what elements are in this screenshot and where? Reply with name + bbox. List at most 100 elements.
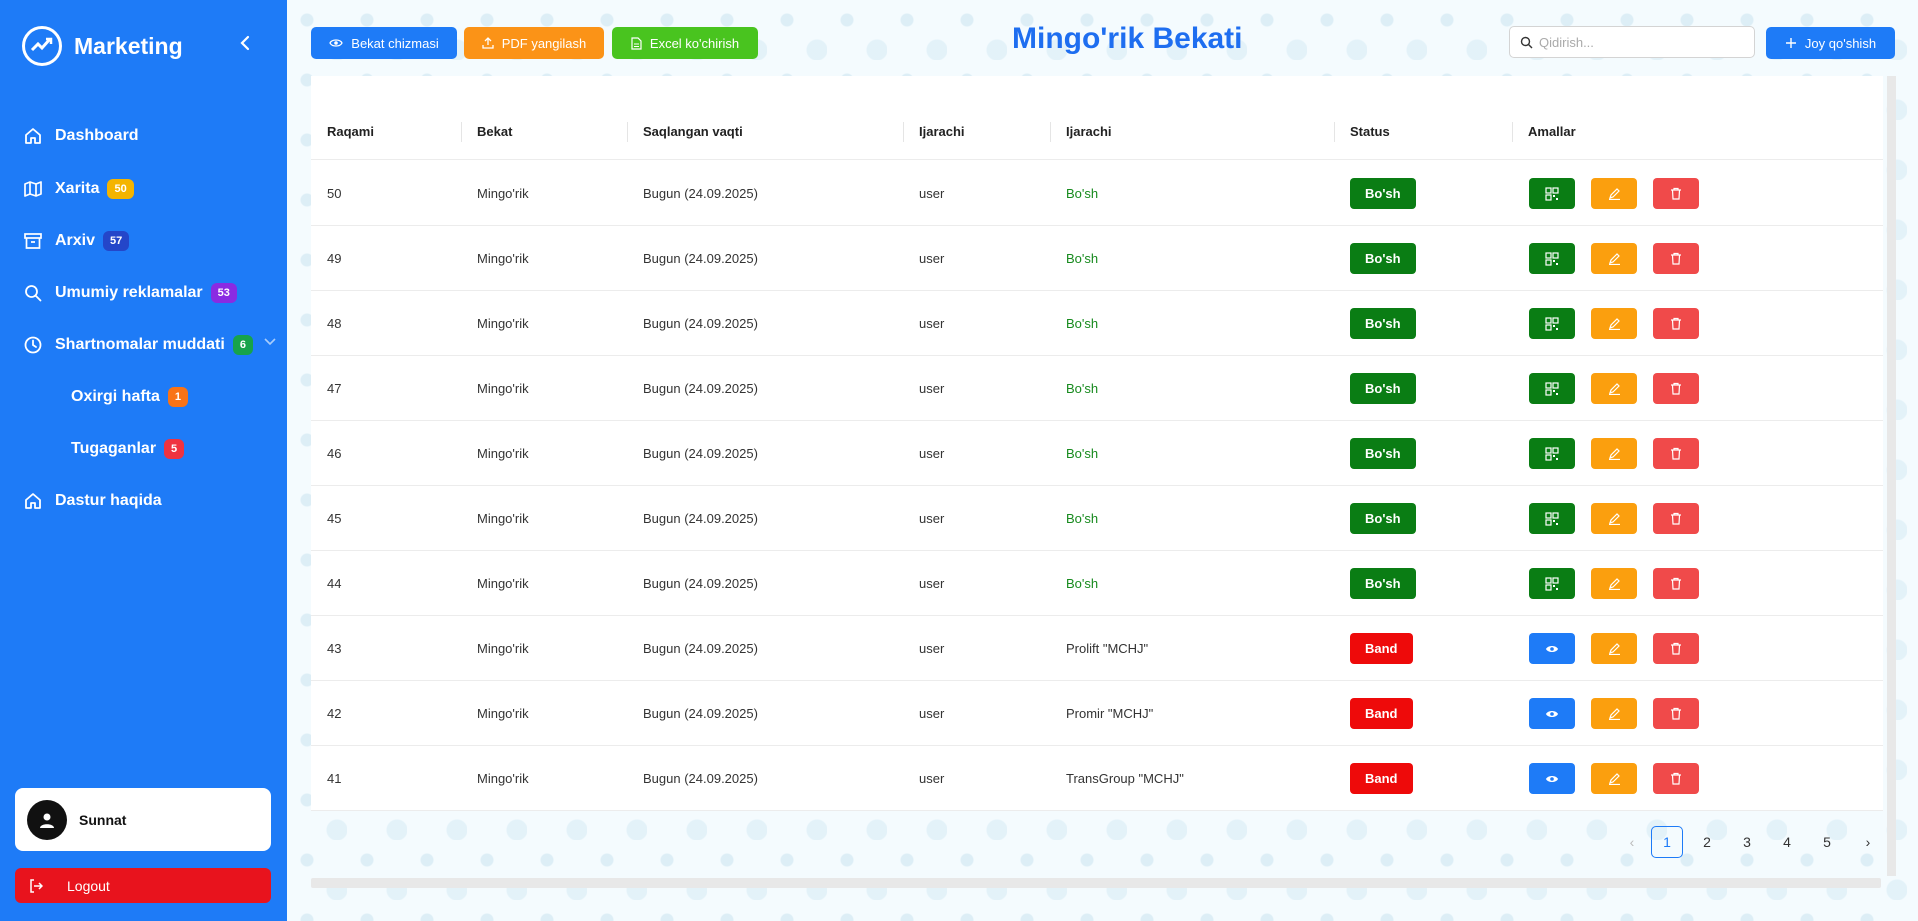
pencil-icon	[1608, 317, 1621, 330]
file-icon	[631, 36, 642, 50]
sidebar-item-oxirgi-hafta[interactable]: Oxirgi hafta 1	[71, 382, 189, 412]
delete-button[interactable]	[1653, 243, 1699, 274]
status-badge: Bo'sh	[1350, 568, 1416, 599]
edit-button[interactable]	[1591, 373, 1637, 404]
sidebar-item-label: Shartnomalar muddati	[55, 336, 225, 353]
delete-button[interactable]	[1653, 438, 1699, 469]
qr-button[interactable]	[1529, 568, 1575, 599]
sidebar-item-label: Dastur haqida	[55, 492, 162, 509]
count-badge: 57	[103, 231, 130, 251]
cell-saved-time: Bugun (24.09.2025)	[643, 186, 758, 201]
delete-button[interactable]	[1653, 308, 1699, 339]
edit-button[interactable]	[1591, 308, 1637, 339]
status-badge: Bo'sh	[1350, 243, 1416, 274]
pencil-icon	[1608, 707, 1621, 720]
sidebar-item-umumiy-reklamalar[interactable]: Umumiy reklamalar 53	[22, 278, 237, 308]
cell-saved-time: Bugun (24.09.2025)	[643, 316, 758, 331]
clock-icon	[22, 334, 44, 356]
logout-button[interactable]: Logout	[15, 868, 271, 903]
pagination-next-button[interactable]: ›	[1852, 826, 1884, 858]
view-button[interactable]	[1529, 763, 1575, 794]
excel-export-button[interactable]: Excel ko'chirish	[612, 27, 758, 59]
archive-icon	[22, 230, 44, 252]
delete-button[interactable]	[1653, 763, 1699, 794]
sidebar-item-dashboard[interactable]: Dashboard	[22, 121, 139, 151]
delete-button[interactable]	[1653, 178, 1699, 209]
user-card[interactable]: Sunnat	[15, 788, 271, 851]
edit-button[interactable]	[1591, 698, 1637, 729]
count-badge: 5	[164, 439, 185, 459]
delete-button[interactable]	[1653, 633, 1699, 664]
table-row: 43 Mingo'rik Bugun (24.09.2025) user Prolift…	[311, 616, 1883, 681]
sidebar-item-shartnomalar-muddati[interactable]: Shartnomalar muddati 6	[22, 330, 253, 360]
qr-button[interactable]	[1529, 438, 1575, 469]
edit-button[interactable]	[1591, 633, 1637, 664]
eye-icon	[1545, 644, 1559, 654]
column-header-ijarachi: Ijarachi	[919, 124, 965, 139]
station-scheme-button[interactable]: Bekat chizmasi	[311, 27, 457, 59]
sidebar-item-tugaganlar[interactable]: Tugaganlar 5	[71, 434, 185, 464]
main-content: Bekat chizmasi PDF yangilash Excel ko'ch…	[287, 0, 1918, 921]
edit-button[interactable]	[1591, 568, 1637, 599]
view-button[interactable]	[1529, 698, 1575, 729]
horizontal-scrollbar[interactable]	[311, 878, 1881, 888]
edit-button[interactable]	[1591, 178, 1637, 209]
trash-icon	[1670, 642, 1682, 655]
sidebar-item-label: Oxirgi hafta	[71, 388, 160, 405]
view-button[interactable]	[1529, 633, 1575, 664]
delete-button[interactable]	[1653, 568, 1699, 599]
add-place-button[interactable]: Joy qo'shish	[1766, 27, 1895, 59]
edit-button[interactable]	[1591, 243, 1637, 274]
qr-button[interactable]	[1529, 373, 1575, 404]
brand[interactable]: Marketing	[22, 26, 183, 66]
vertical-scrollbar[interactable]	[1887, 76, 1896, 876]
status-badge: Band	[1350, 763, 1413, 794]
trash-icon	[1670, 382, 1682, 395]
sidebar-item-arxiv[interactable]: Arxiv 57	[22, 226, 130, 256]
collapse-sidebar-button[interactable]	[234, 32, 256, 54]
pagination-page-2[interactable]: 2	[1691, 826, 1723, 858]
cell-number: 41	[327, 771, 342, 786]
qr-button[interactable]	[1529, 308, 1575, 339]
button-label: Bekat chizmasi	[351, 35, 439, 51]
delete-button[interactable]	[1653, 503, 1699, 534]
cell-user: user	[919, 316, 945, 331]
search-input[interactable]	[1539, 34, 1739, 50]
pencil-icon	[1608, 512, 1621, 525]
map-icon	[22, 178, 44, 200]
cell-number: 45	[327, 511, 342, 526]
edit-button[interactable]	[1591, 438, 1637, 469]
column-header-amallar: Amallar	[1528, 124, 1576, 139]
delete-button[interactable]	[1653, 373, 1699, 404]
pagination-page-1[interactable]: 1	[1651, 826, 1683, 858]
plus-icon	[1785, 38, 1796, 48]
cell-saved-time: Bugun (24.09.2025)	[643, 576, 758, 591]
sidebar-item-xarita[interactable]: Xarita 50	[22, 174, 134, 204]
pagination-page-4[interactable]: 4	[1771, 826, 1803, 858]
search-box[interactable]	[1509, 26, 1755, 58]
pagination-page-3[interactable]: 3	[1731, 826, 1763, 858]
edit-button[interactable]	[1591, 763, 1637, 794]
cell-station: Mingo'rik	[477, 511, 529, 526]
cell-tenant: Bo'sh	[1066, 251, 1099, 266]
column-header-saqlangan-vaqti: Saqlangan vaqti	[643, 124, 743, 139]
cell-number: 42	[327, 706, 342, 721]
pdf-refresh-button[interactable]: PDF yangilash	[464, 27, 604, 59]
logout-label: Logout	[67, 877, 110, 894]
pagination-prev-button[interactable]: ‹	[1616, 826, 1648, 858]
column-header-ijarachi-2: Ijarachi	[1066, 124, 1112, 139]
delete-button[interactable]	[1653, 698, 1699, 729]
cell-tenant: Bo'sh	[1066, 316, 1099, 331]
count-badge: 50	[107, 179, 134, 199]
sidebar-item-dastur-haqida[interactable]: Dastur haqida	[22, 486, 162, 516]
chevron-down-icon[interactable]	[264, 338, 276, 346]
pagination-page-5[interactable]: 5	[1811, 826, 1843, 858]
qr-button[interactable]	[1529, 243, 1575, 274]
edit-button[interactable]	[1591, 503, 1637, 534]
status-badge: Bo'sh	[1350, 178, 1416, 209]
qr-button[interactable]	[1529, 178, 1575, 209]
table-row: 48 Mingo'rik Bugun (24.09.2025) user Bo'sh Bo…	[311, 291, 1883, 356]
qr-button[interactable]	[1529, 503, 1575, 534]
data-table: Raqami Bekat Saqlangan vaqti Ijarachi Ij…	[311, 76, 1883, 811]
qr-code-icon	[1545, 576, 1559, 591]
